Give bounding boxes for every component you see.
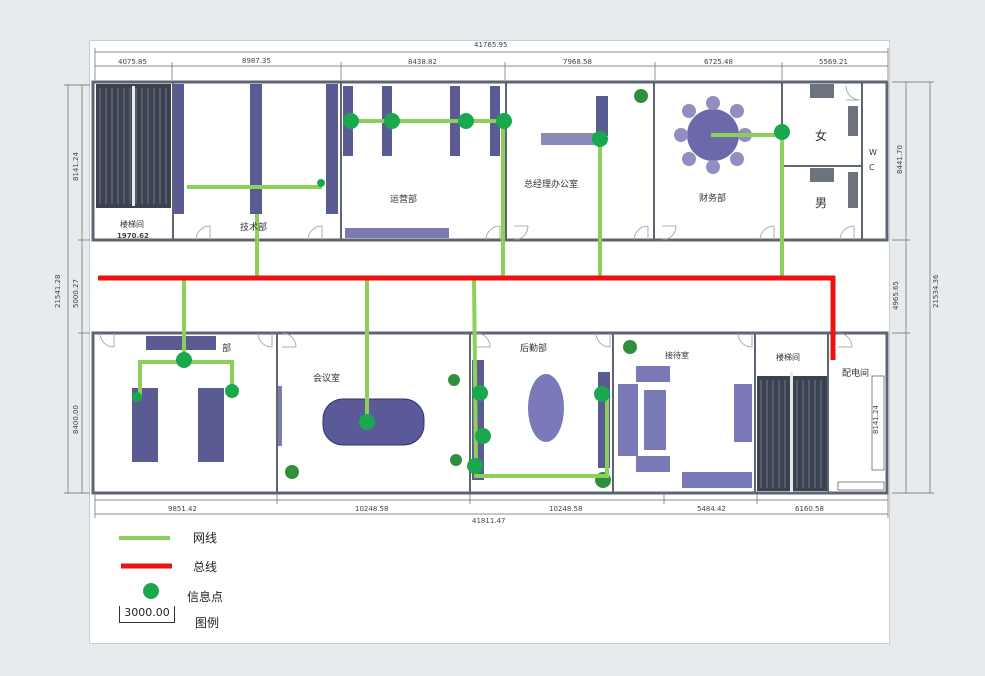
dim-top-seg-5: 6725.48 — [704, 58, 733, 66]
dim-top-seg-4: 7968.58 — [563, 58, 592, 66]
wc-c: C — [869, 163, 875, 172]
room-meeting: 会议室 — [313, 374, 341, 384]
dim-bottom-seg-3: 10248.58 — [549, 505, 583, 513]
doors — [99, 85, 861, 348]
room-male: 男 — [815, 196, 828, 210]
dim-bottom-seg-4: 5484.42 — [697, 505, 726, 513]
legend-point-label: 信息点 — [187, 590, 224, 604]
dim-right-middle: 4965.65 — [892, 281, 900, 310]
legend-symbols — [119, 536, 172, 599]
dim-bottom-seg-1: 9851.42 — [168, 505, 197, 513]
legend-scale-bar: 3000.00 — [119, 606, 175, 623]
dim-left-total: 21541.28 — [54, 274, 62, 308]
dim-top-seg-2: 8987.35 — [242, 57, 271, 65]
dim-right-lower: 8141.24 — [872, 405, 880, 434]
floor-plan — [64, 48, 934, 599]
room-finance: 财务部 — [699, 194, 727, 204]
dim-left-upper: 8141.24 — [72, 152, 80, 181]
legend-title: 图例 — [195, 616, 220, 630]
dim-top-seg-3: 8438.82 — [408, 58, 437, 66]
network-lines — [138, 119, 784, 478]
room-stair-bottom: 楼梯间 — [776, 353, 800, 362]
dim-bottom-seg-5: 6160.58 — [795, 505, 824, 513]
legend-bus-label: 总线 — [193, 560, 218, 574]
room-stair-top: 楼梯间 — [120, 220, 144, 229]
dim-bottom-seg-2: 10248.58 — [355, 505, 389, 513]
info-points — [132, 113, 790, 474]
dim-bottom-total: 41811.47 — [472, 517, 506, 525]
room-tech: 技术部 — [240, 223, 268, 233]
room-female: 女 — [815, 129, 828, 143]
dim-left-middle: 5000.27 — [72, 279, 80, 308]
room-power: 配电间 — [842, 369, 870, 379]
dim-right-upper: 8441.70 — [896, 145, 904, 174]
dim-top-seg-1: 4075.85 — [118, 58, 147, 66]
dim-top-seg-6: 5569.21 — [819, 58, 848, 66]
legend-network-label: 网线 — [193, 531, 218, 545]
room-logistics: 后勤部 — [520, 344, 548, 354]
dim-top-total: 41765.95 — [474, 41, 508, 49]
room-ops: 运营部 — [390, 195, 418, 205]
room-reception: 接待室 — [665, 351, 689, 360]
dim-left-lower: 8400.00 — [72, 405, 80, 434]
wc-w: W — [869, 148, 877, 157]
dim-right-total: 21534.36 — [932, 274, 940, 308]
room-dept-partial: 部 — [222, 344, 232, 354]
dim-stair-width: 1970.62 — [117, 232, 149, 240]
room-gm-office: 总经理办公室 — [524, 180, 579, 190]
